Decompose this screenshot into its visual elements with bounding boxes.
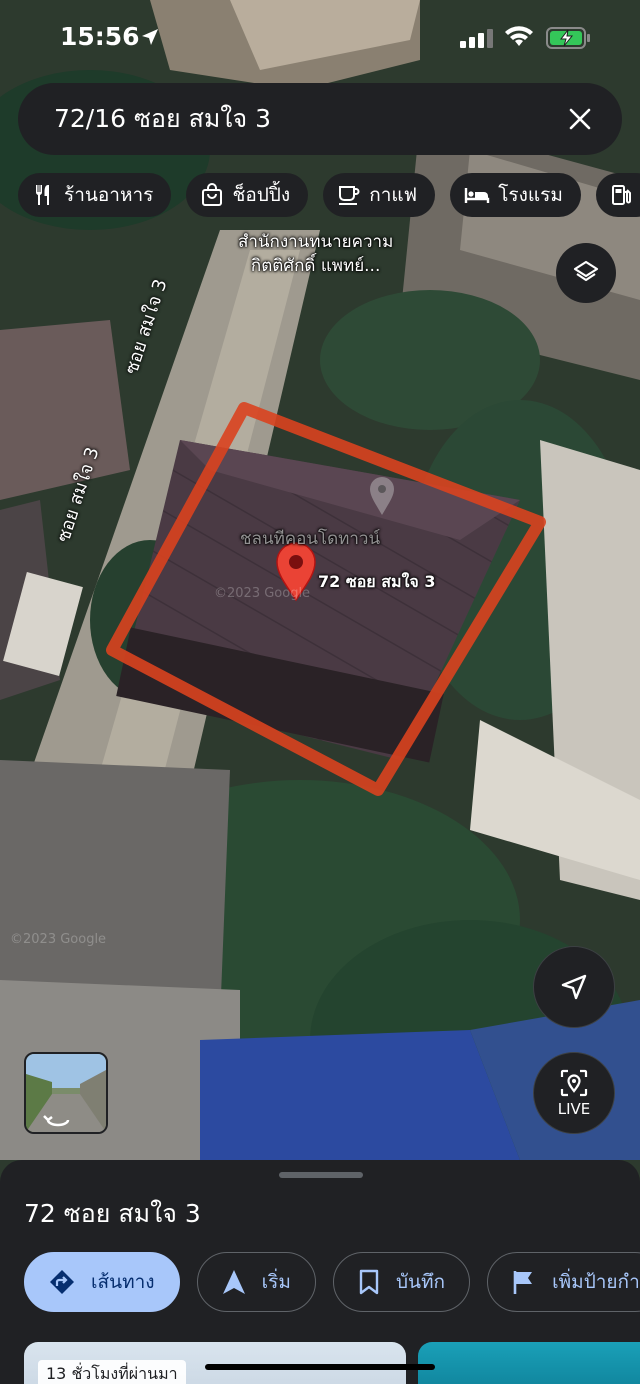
action-label: บันทึก [395,1271,446,1293]
wifi-icon [505,26,533,46]
save-button[interactable]: บันทึก [332,1252,471,1312]
add-label-button[interactable]: เพิ่มป้ายกำ [487,1252,640,1312]
live-label: LIVE [557,1100,591,1118]
cellular-signal-icon [460,29,493,48]
search-bar[interactable]: 72/16 ซอย สมใจ 3 [18,83,622,155]
start-navigation-icon [222,1270,245,1294]
live-view-button[interactable]: LIVE [533,1052,615,1134]
live-view-pin-icon [560,1069,588,1097]
chip-label: ช็อปปิ้ง [232,184,291,206]
search-query[interactable]: 72/16 ซอย สมใจ 3 [54,99,562,139]
poi-label-line1: สำนักงานทนายความ [238,232,394,252]
chip-coffee[interactable]: กาแฟ [323,173,436,217]
directions-button[interactable]: เส้นทาง [24,1252,180,1312]
chip-shopping[interactable]: ช็อปปิ้ง [186,173,309,217]
chip-hotels[interactable]: โรงแรม [450,173,581,217]
flag-icon [513,1271,533,1294]
action-label: เริ่ม [261,1271,291,1293]
category-chips: ร้านอาหาร ช็อปปิ้ง กาแฟ โรงแรม [18,173,640,219]
hotel-icon [465,188,490,203]
street-view-preview [26,1054,106,1132]
restaurant-icon [35,185,49,205]
shopping-bag-icon [202,183,223,206]
faint-place-label: ชลนทีคอนโดทาวน์ [240,529,381,549]
clear-search-button[interactable] [562,101,598,137]
status-time: 15:56 [60,22,140,51]
layers-button[interactable] [556,243,616,303]
map-watermark: ©2023 Google [10,932,107,947]
navigation-arrow-icon [561,974,587,1000]
home-indicator[interactable] [205,1364,435,1370]
photo-thumbnail[interactable]: 13 ชั่วโมงที่ผ่านมา [24,1342,406,1384]
map-watermark: ©2023 Google [214,586,311,601]
chip-label: กาแฟ [369,184,418,206]
photo-age-badge: 13 ชั่วโมงที่ผ่านมา [38,1360,186,1384]
chip-gas[interactable] [595,173,640,217]
pin-label: 72 ซอย สมใจ 3 [318,572,436,591]
bookmark-icon [359,1269,379,1295]
chip-label: ร้านอาหาร [64,184,154,206]
place-title: 72 ซอย สมใจ 3 [24,1199,201,1228]
my-location-button[interactable] [533,946,615,1028]
place-actions: เส้นทาง เริ่ม บันทึก เพิ่มป้ายกำ [24,1252,640,1312]
location-arrow-icon [142,29,158,45]
battery-charging-icon [546,27,590,49]
poi-label-line2: กิตติศักดิ์ แพทย์... [250,256,381,276]
start-button[interactable]: เริ่ม [196,1252,316,1312]
directions-icon [50,1270,74,1294]
status-bar: 15:56 [0,0,640,76]
sheet-drag-handle[interactable] [279,1172,363,1178]
action-label: เส้นทาง [91,1271,155,1293]
gas-station-icon [611,185,631,205]
photo-thumbnail[interactable] [418,1342,640,1384]
action-label: เพิ่มป้ายกำ [552,1271,640,1293]
poi-label[interactable]: สำนักงานทนายความ กิตติศักดิ์ แพทย์... [238,230,393,278]
place-photos: 13 ชั่วโมงที่ผ่านมา [24,1342,640,1384]
coffee-icon [339,186,360,205]
place-bottom-sheet[interactable]: 72 ซอย สมใจ 3 เส้นทาง เริ่ม บันทึก เพิ่ม… [0,1160,640,1384]
chip-restaurants[interactable]: ร้านอาหาร [18,173,172,217]
chip-label: โรงแรม [498,184,563,206]
street-view-thumbnail[interactable] [24,1052,108,1134]
close-icon [569,108,591,130]
layers-icon [573,260,599,282]
